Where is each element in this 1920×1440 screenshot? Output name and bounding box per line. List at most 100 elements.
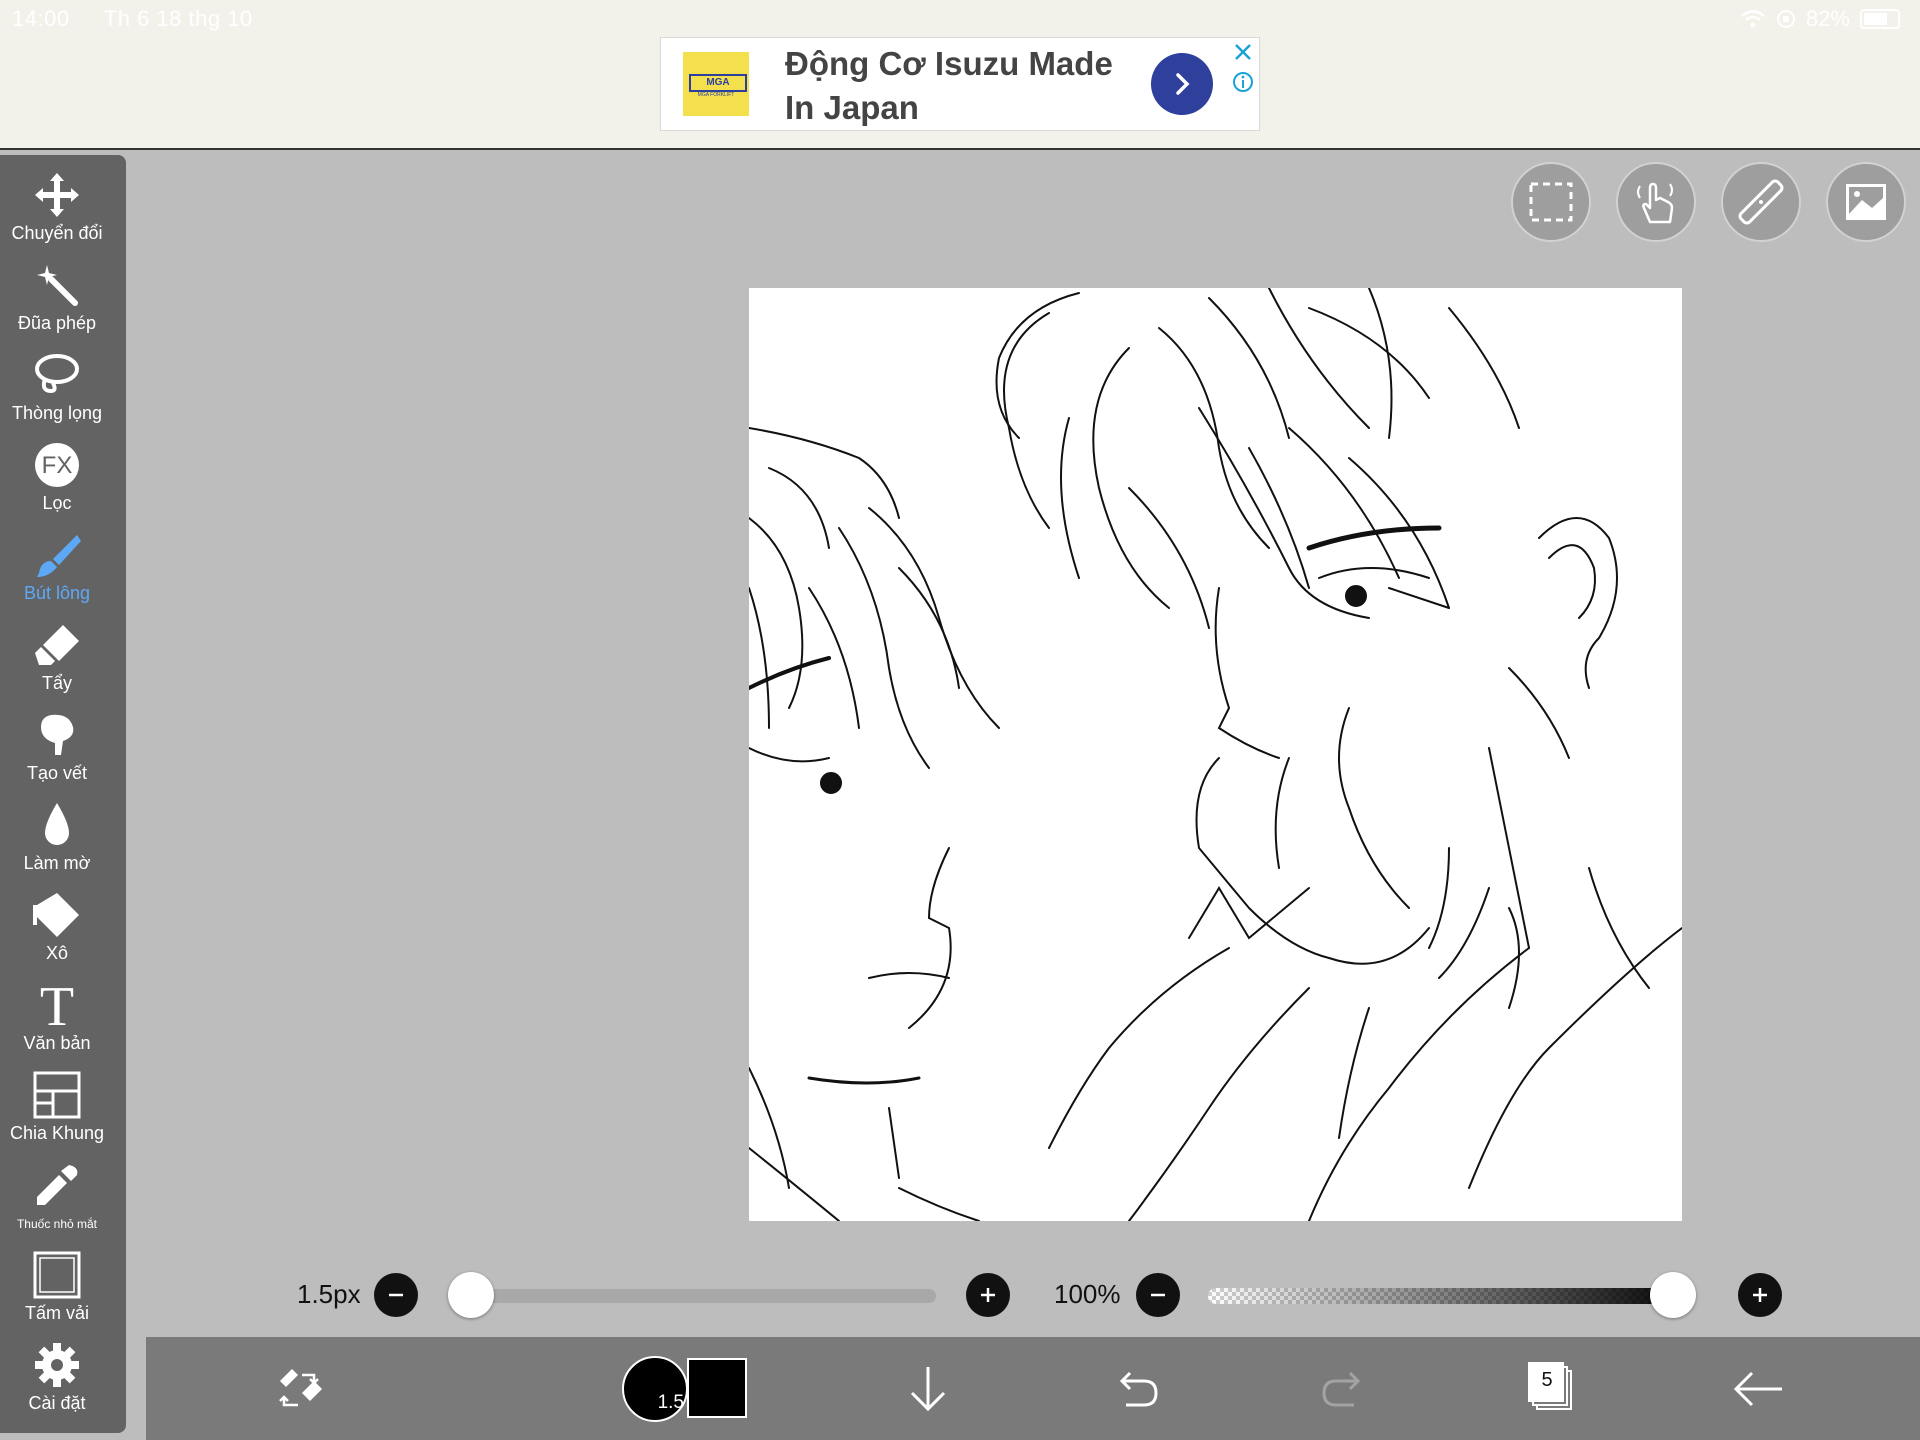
chevron-right-icon (1176, 73, 1190, 95)
top-bar: 14:00 Th 6 18 thg 10 82% MGA MGA FORKLIF… (0, 0, 1920, 150)
tool-label: Thuốc nhỏ mắt (16, 1217, 98, 1231)
undo-button[interactable] (1104, 1357, 1168, 1421)
minus-icon (1151, 1293, 1165, 1297)
tool-magic-wand[interactable]: Đũa phép (0, 255, 114, 341)
color-swatch-button[interactable] (687, 1358, 747, 1418)
tool-label: Lọc (42, 493, 72, 513)
ad-banner[interactable]: MGA MGA FORKLIFT Động Cơ Isuzu Made In J… (660, 37, 1260, 131)
tool-filter[interactable]: FX Lọc (0, 435, 114, 521)
swap-tools-button[interactable] (268, 1357, 332, 1421)
selection-button[interactable] (1511, 162, 1591, 242)
tool-bucket[interactable]: Xô (0, 885, 114, 971)
bottom-toolbar: 1.5 5 (146, 1337, 1920, 1440)
brush-size-slider-knob[interactable] (448, 1272, 494, 1318)
arrow-down-icon (910, 1367, 946, 1412)
layers-button[interactable]: 5 (1527, 1361, 1575, 1415)
tool-blur[interactable]: Làm mờ (0, 795, 114, 881)
frame-divider-icon (33, 1071, 81, 1119)
lasso-icon (35, 354, 79, 394)
drawing-canvas[interactable] (749, 288, 1682, 1221)
brush-size-button[interactable]: 1.5 (622, 1356, 688, 1422)
status-time: 14:00 (12, 6, 70, 31)
eyedropper-icon (37, 1165, 78, 1205)
merge-down-button[interactable] (896, 1357, 960, 1421)
ad-go-button[interactable] (1151, 53, 1213, 115)
battery-level (1864, 13, 1887, 25)
gear-icon (35, 1343, 79, 1387)
tool-smudge[interactable]: Tạo vết (0, 705, 114, 791)
brush-opacity-label: 100% (1054, 1279, 1121, 1309)
tool-label: Xô (45, 943, 69, 963)
tool-eraser[interactable]: Tẩy (0, 615, 114, 701)
orientation-lock-icon (1776, 10, 1795, 28)
svg-text:T: T (40, 981, 74, 1029)
size-minus-button[interactable] (374, 1273, 418, 1317)
ruler-icon (1738, 179, 1784, 225)
battery-icon (1860, 9, 1900, 29)
brush-size-slider[interactable] (452, 1289, 936, 1303)
brush-sliders: 1.5px 100% (0, 1265, 1920, 1325)
plus-icon (1753, 1288, 1767, 1302)
status-bar-left: 14:00 Th 6 18 thg 10 (12, 6, 281, 32)
plus-icon (981, 1288, 995, 1302)
tool-label: Cài đặt (28, 1393, 86, 1413)
ruler-button[interactable] (1721, 162, 1801, 242)
layer-count: 5 (1541, 1369, 1553, 1391)
ad-title[interactable]: Động Cơ Isuzu Made In Japan (785, 42, 1115, 130)
move-icon (35, 173, 79, 217)
tool-label: Thòng lọng (11, 403, 103, 423)
redo-icon (1322, 1371, 1361, 1407)
magic-wand-icon (37, 265, 78, 306)
fx-filter-icon: FX (35, 443, 79, 487)
opacity-minus-button[interactable] (1136, 1273, 1180, 1317)
svg-text:FX: FX (42, 452, 73, 479)
back-arrow-icon (1733, 1371, 1782, 1407)
redo-button[interactable] (1312, 1357, 1376, 1421)
tool-text[interactable]: T Văn bản (0, 975, 114, 1061)
tool-label: Chia Khung (9, 1123, 105, 1143)
selection-icon (1529, 182, 1573, 222)
tool-brush[interactable]: Bút lông (0, 525, 114, 611)
tool-lasso[interactable]: Thòng lọng (0, 345, 114, 431)
size-plus-button[interactable] (966, 1273, 1010, 1317)
image-icon (1846, 184, 1886, 220)
ad-logo-subtext: MGA FORKLIFT (697, 92, 735, 98)
minus-icon (389, 1293, 403, 1297)
opacity-plus-button[interactable] (1738, 1273, 1782, 1317)
swap-tools-icon (279, 1369, 322, 1407)
tool-label: Văn bản (23, 1033, 91, 1053)
battery-percent: 82% (1805, 6, 1850, 31)
tool-label: Tạo vết (26, 763, 88, 783)
tool-label: Tẩy (41, 673, 72, 693)
status-date: Th 6 18 thg 10 (103, 6, 253, 31)
gesture-button[interactable] (1616, 162, 1696, 242)
brush-opacity-slider[interactable] (1208, 1288, 1692, 1304)
ad-logo-text: MGA (689, 74, 747, 92)
back-button[interactable] (1726, 1357, 1790, 1421)
close-icon[interactable] (1231, 40, 1255, 64)
tool-label: Làm mờ (23, 853, 91, 873)
tool-label: Chuyển đổi (11, 223, 103, 243)
status-bar-right: 82% (1740, 4, 1900, 34)
tool-label: Bút lông (23, 583, 91, 603)
tool-transform[interactable]: Chuyển đổi (0, 165, 114, 251)
text-icon: T (40, 981, 74, 1029)
image-button[interactable] (1826, 162, 1906, 242)
brush-icon (37, 535, 81, 577)
tool-label: Đũa phép (17, 313, 97, 333)
tool-settings[interactable]: Cài đặt (0, 1335, 114, 1421)
gesture-hand-icon (1637, 182, 1674, 224)
tool-eyedropper[interactable]: Thuốc nhỏ mắt (0, 1155, 114, 1241)
brush-opacity-slider-knob[interactable] (1650, 1272, 1696, 1318)
bucket-icon (33, 893, 79, 937)
undo-icon (1119, 1371, 1158, 1407)
blur-drop-icon (45, 803, 69, 845)
smudge-icon (41, 714, 74, 755)
info-icon[interactable] (1231, 70, 1255, 94)
wifi-icon (1741, 10, 1765, 28)
eraser-icon (35, 625, 79, 665)
line-art-drawing (749, 288, 1682, 1221)
tool-frame-divider[interactable]: Chia Khung (0, 1065, 114, 1151)
ad-logo: MGA MGA FORKLIFT (683, 52, 749, 116)
brush-size-badge: 1.5 (657, 1392, 684, 1413)
